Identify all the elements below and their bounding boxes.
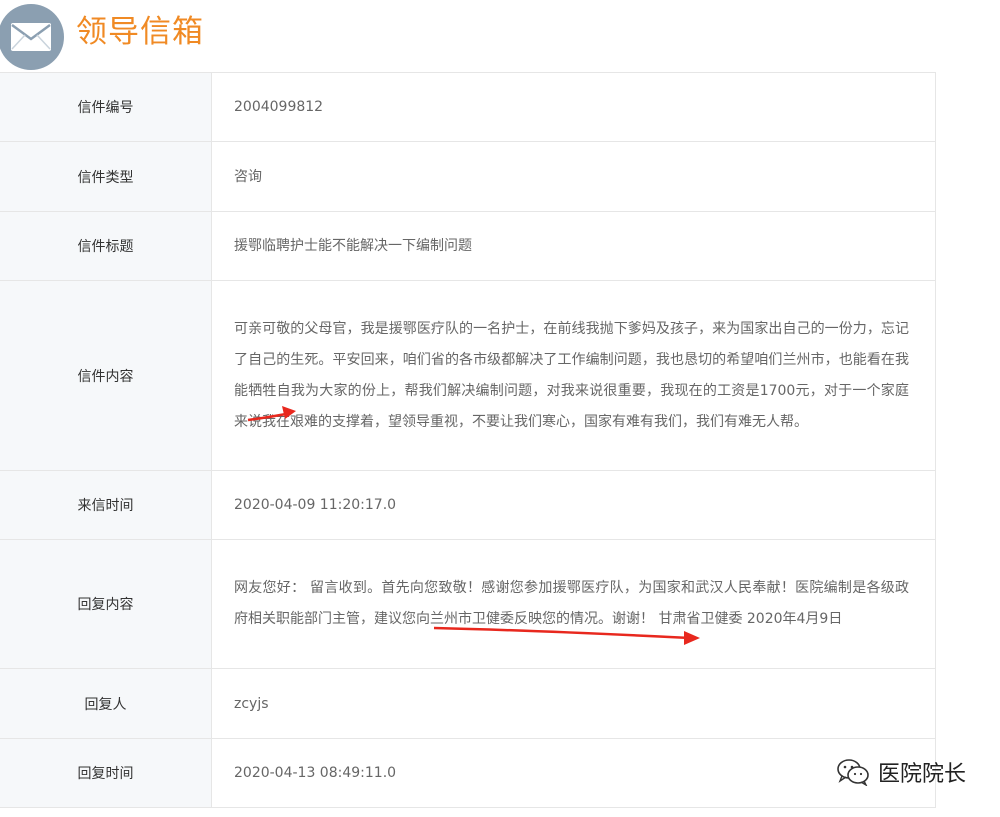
- row-value: 网友您好： 留言收到。首先向您致敬！感谢您参加援鄂医疗队，为国家和武汉人民奉献！…: [212, 540, 936, 668]
- table-row-letter-title: 信件标题 援鄂临聘护士能不能解决一下编制问题: [0, 212, 936, 281]
- row-label: 信件内容: [0, 281, 212, 470]
- row-label: 信件编号: [0, 73, 212, 141]
- row-label: 信件类型: [0, 142, 212, 211]
- table-row-letter-time: 来信时间 2020-04-09 11:20:17.0: [0, 471, 936, 540]
- table-row-reply-content: 回复内容 网友您好： 留言收到。首先向您致敬！感谢您参加援鄂医疗队，为国家和武汉…: [0, 540, 936, 669]
- row-value: zcyjs: [212, 669, 936, 738]
- row-label: 回复人: [0, 669, 212, 738]
- row-value: 援鄂临聘护士能不能解决一下编制问题: [212, 212, 936, 280]
- row-value: 可亲可敬的父母官，我是援鄂医疗队的一名护士，在前线我抛下爹妈及孩子，来为国家出自…: [212, 281, 936, 470]
- watermark-text: 医院院长: [877, 762, 966, 787]
- table-row-letter-content: 信件内容 可亲可敬的父母官，我是援鄂医疗队的一名护士，在前线我抛下爹妈及孩子，来…: [0, 281, 936, 471]
- table-row-reply-time: 回复时间 2020-04-13 08:49:11.0: [0, 739, 936, 808]
- row-label: 信件标题: [0, 212, 212, 280]
- row-label: 回复内容: [0, 540, 212, 668]
- letter-detail-table: 信件编号 2004099812 信件类型 咨询 信件标题 援鄂临聘护士能不能解决…: [0, 72, 936, 808]
- row-label: 回复时间: [0, 739, 212, 807]
- watermark: 医院院长: [836, 752, 966, 792]
- row-label: 来信时间: [0, 471, 212, 539]
- page-title: 领导信箱: [76, 14, 204, 50]
- page: 领导信箱 信件编号 2004099812 信件类型 咨询 信件标题 援鄂临聘护士…: [0, 0, 1000, 817]
- table-row-letter-number: 信件编号 2004099812: [0, 73, 936, 142]
- row-value: 2020-04-09 11:20:17.0: [212, 471, 936, 539]
- mail-icon: [0, 4, 64, 70]
- row-value: 2004099812: [212, 73, 936, 141]
- header: 领导信箱: [0, 0, 1000, 72]
- row-value: 2020-04-13 08:49:11.0: [212, 739, 936, 807]
- wechat-icon: [837, 759, 869, 786]
- row-value: 咨询: [212, 142, 936, 211]
- table-row-letter-type: 信件类型 咨询: [0, 142, 936, 212]
- table-row-replier: 回复人 zcyjs: [0, 669, 936, 739]
